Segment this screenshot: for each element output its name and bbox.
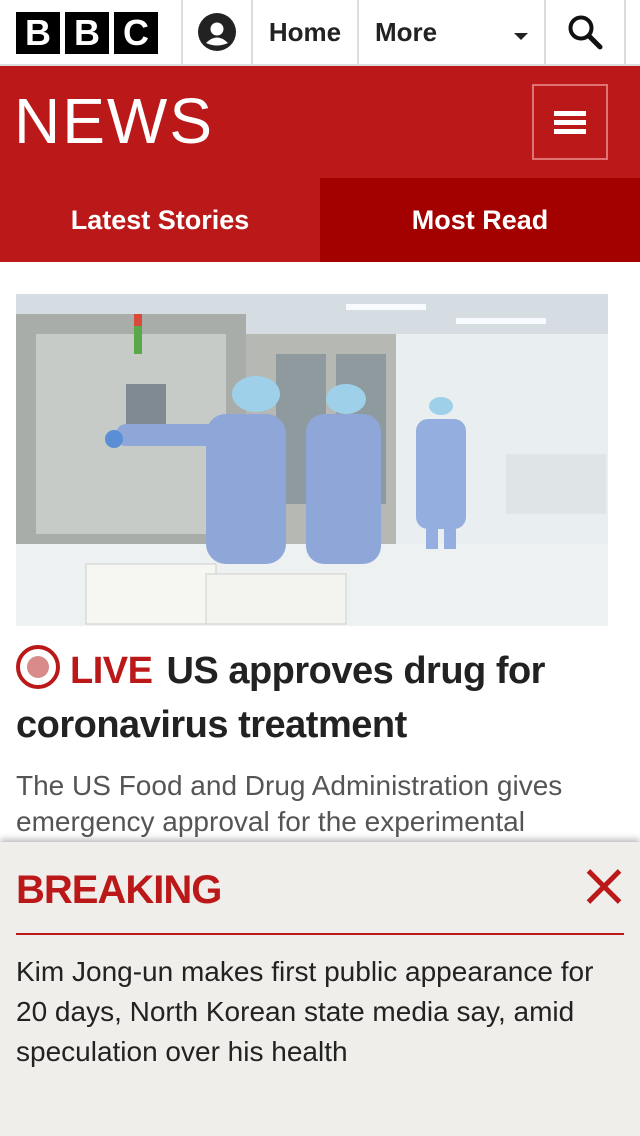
- bbc-logo-letter: B: [65, 12, 109, 54]
- article-headline[interactable]: LIVE US approves drug for coronavirus tre…: [16, 644, 616, 752]
- article-image[interactable]: [16, 294, 608, 626]
- divider: [16, 933, 624, 935]
- search-icon: [568, 15, 603, 50]
- news-logo[interactable]: NEWS: [14, 86, 214, 156]
- menu-button[interactable]: [532, 84, 608, 160]
- account-button[interactable]: [183, 0, 251, 64]
- nav-home-link[interactable]: Home: [253, 0, 357, 64]
- breaking-text[interactable]: Kim Jong-un makes first public appearanc…: [16, 952, 624, 1072]
- article-summary: The US Food and Drug Administration give…: [16, 770, 563, 837]
- news-header: NEWS: [0, 66, 640, 178]
- user-icon: [198, 13, 236, 51]
- bbc-top-bar: B B C Home More: [0, 0, 640, 66]
- tab-most-read[interactable]: Most Read: [320, 178, 640, 262]
- tab-latest-stories[interactable]: Latest Stories: [0, 178, 320, 262]
- bbc-logo[interactable]: B B C: [16, 12, 158, 54]
- bbc-logo-letter: B: [16, 12, 60, 54]
- close-icon[interactable]: [580, 864, 628, 912]
- search-button[interactable]: [546, 0, 624, 64]
- live-indicator-icon: [16, 645, 60, 689]
- hamburger-menu-icon: [554, 107, 586, 138]
- live-label: LIVE: [70, 650, 153, 692]
- breaking-title: BREAKING: [16, 868, 222, 912]
- divider: [624, 0, 626, 64]
- bbc-logo-letter: C: [114, 12, 158, 54]
- breaking-news-banner[interactable]: BREAKING Kim Jong-un makes first public …: [0, 842, 640, 1136]
- caret-down-icon: [514, 33, 528, 40]
- nav-more-dropdown[interactable]: More: [359, 0, 544, 64]
- nav-more-label: More: [375, 16, 438, 47]
- lab-photo-illustration: [16, 294, 608, 626]
- news-tabs: Latest Stories Most Read: [0, 178, 640, 262]
